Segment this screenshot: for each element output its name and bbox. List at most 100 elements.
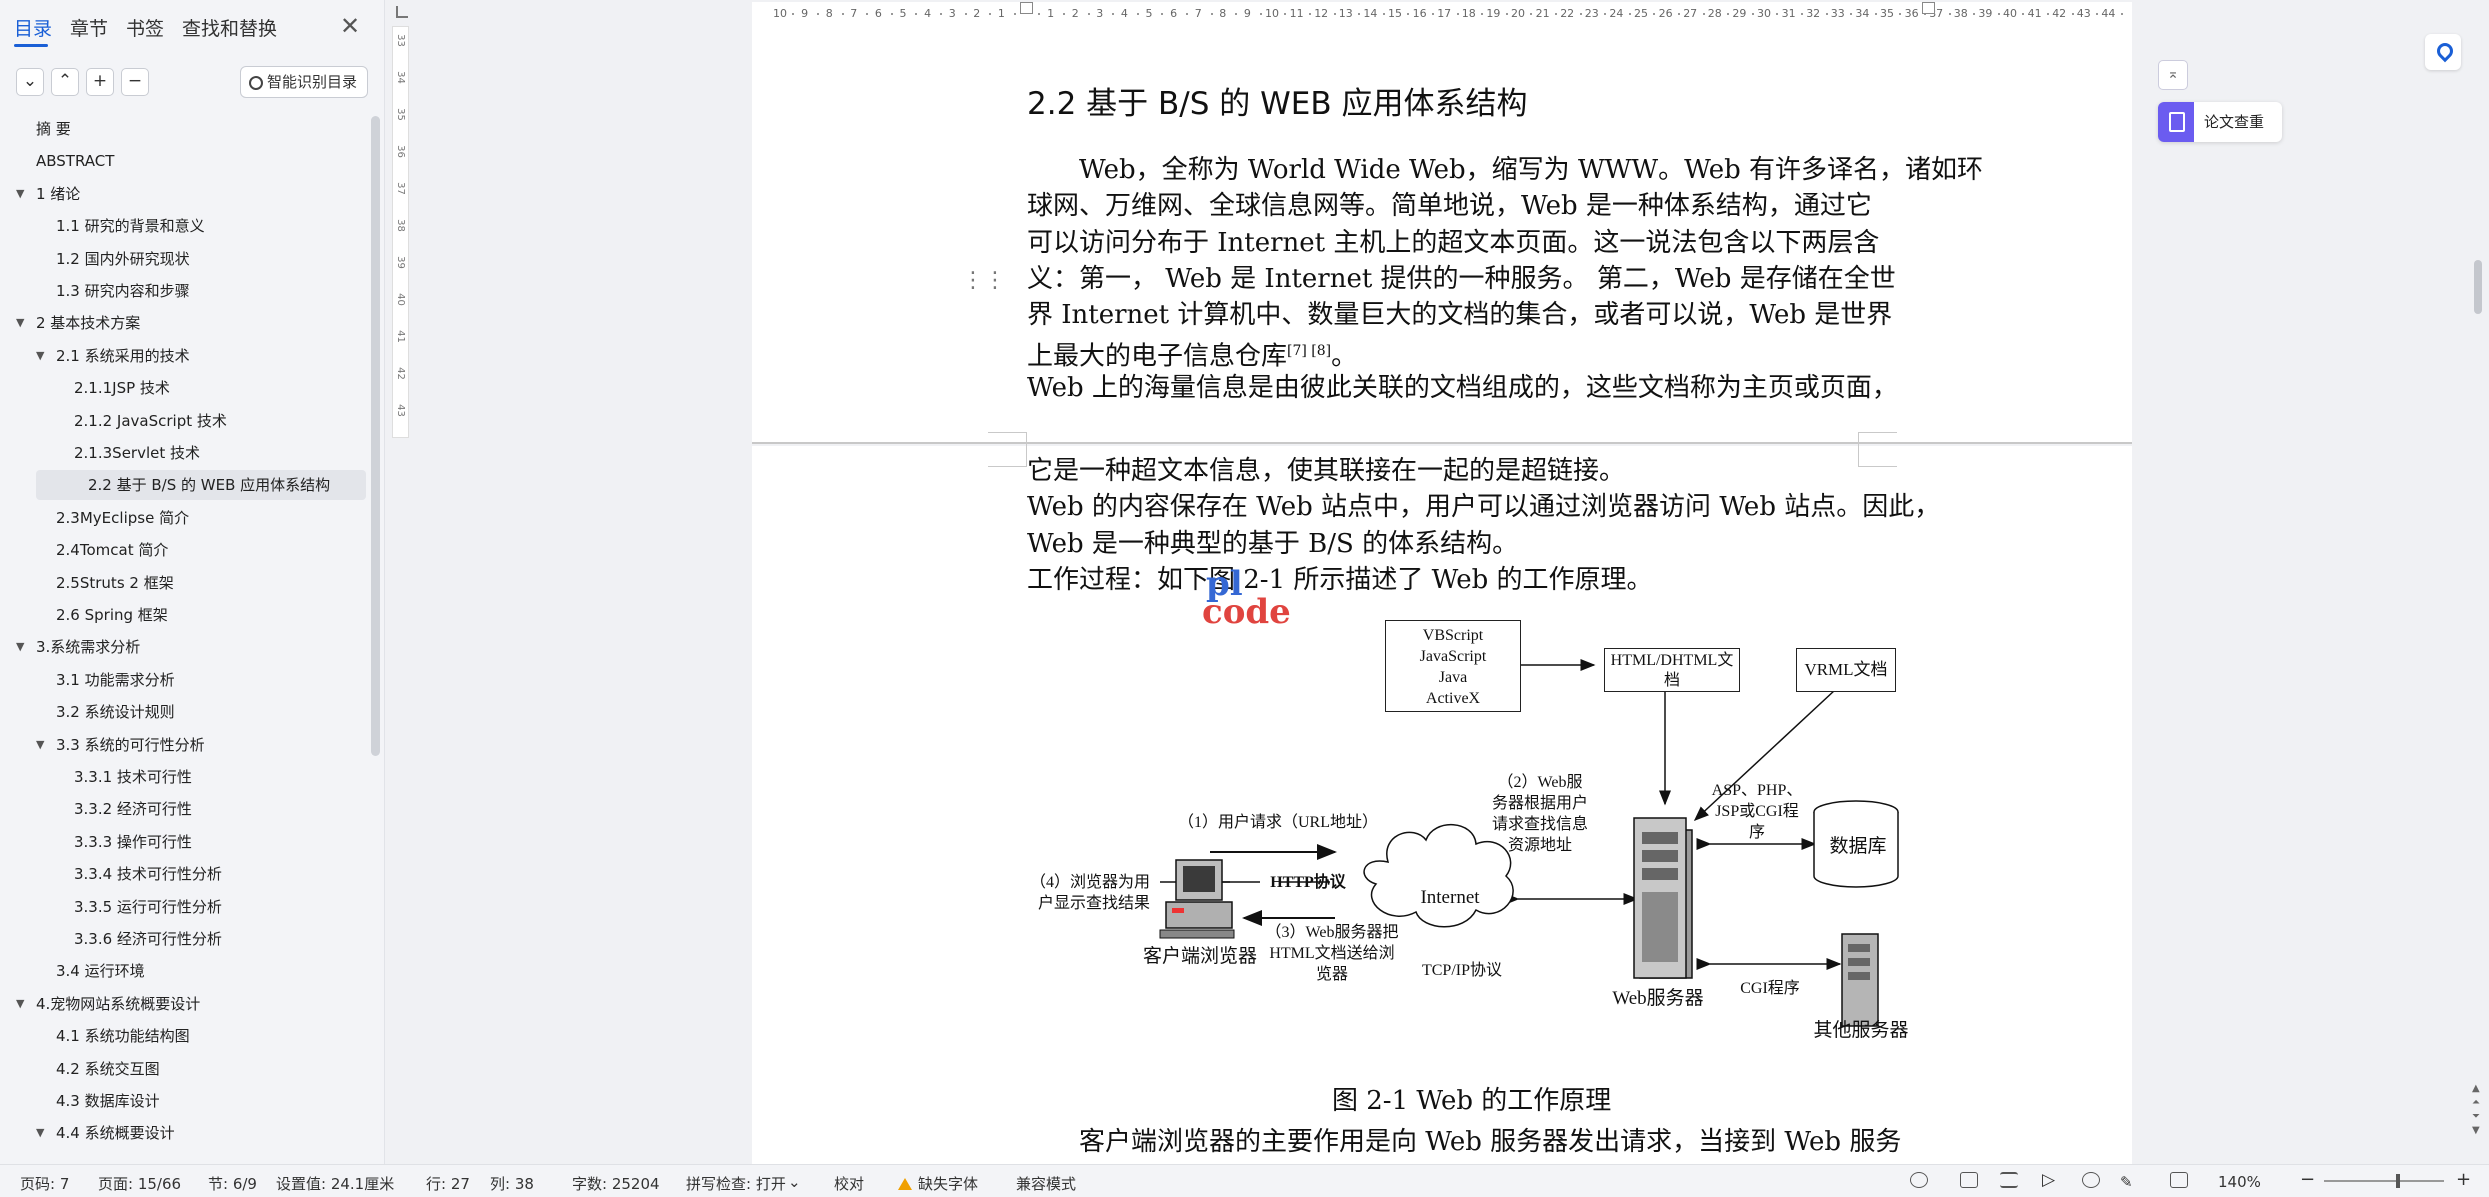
toc-item[interactable]: 3.3.6 经济可行性分析: [74, 924, 366, 954]
toc-item[interactable]: ▼ 3.系统需求分析: [16, 632, 366, 662]
eye-icon[interactable]: [1910, 1172, 1928, 1188]
outline-view-icon[interactable]: [2000, 1172, 2018, 1188]
status-page[interactable]: 页面: 15/66: [98, 1173, 181, 1194]
toc-item[interactable]: ▼ 1 绪论: [16, 179, 366, 209]
document-scrollbar[interactable]: [2474, 260, 2482, 314]
location-pin-icon[interactable]: [2425, 34, 2461, 70]
thesis-check-button[interactable]: 论文查重: [2158, 102, 2282, 142]
tab-find-replace[interactable]: 查找和替换: [182, 14, 277, 41]
toc-item[interactable]: ▼ 3.3 系统的可行性分析: [36, 730, 366, 760]
toc-item[interactable]: 2.1.2 JavaScript 技术: [74, 406, 366, 436]
expand-down-button[interactable]: ⌄: [16, 68, 44, 96]
expand-arrow-icon[interactable]: ▼: [16, 632, 24, 662]
expand-arrow-icon[interactable]: ▼: [16, 989, 24, 1019]
status-section[interactable]: 节: 6/9: [208, 1173, 257, 1194]
toc-item[interactable]: 1.2 国内外研究现状: [56, 244, 366, 274]
chevron-down-icon[interactable]: ⌄: [788, 1173, 801, 1191]
toc-item[interactable]: 2.1.3Servlet 技术: [74, 438, 366, 468]
expand-arrow-icon[interactable]: ▼: [36, 1118, 44, 1148]
toc-item[interactable]: 4.2 系统交互图: [56, 1054, 366, 1084]
toc-item[interactable]: 2.6 Spring 框架: [56, 600, 366, 630]
status-missing-font[interactable]: 缺失字体: [898, 1173, 978, 1194]
collapse-up-button[interactable]: ⌃: [51, 68, 79, 96]
expand-arrow-icon[interactable]: ▼: [16, 179, 24, 209]
expand-arrow-icon[interactable]: ▼: [36, 341, 44, 371]
drag-handle-icon[interactable]: ⋮⋮: [962, 268, 1006, 293]
ruler-number: 4: [1120, 7, 1128, 20]
expand-arrow-icon[interactable]: ▼: [36, 730, 44, 760]
toc-item[interactable]: 4.3 数据库设计: [56, 1086, 366, 1116]
toc-item-label: 1.2 国内外研究现状: [56, 249, 190, 268]
html-doc-box: HTML/DHTML文档: [1604, 648, 1740, 692]
ruler-number: 3: [948, 7, 956, 20]
toc-item-label: 4.1 系统功能结构图: [56, 1027, 190, 1046]
ruler-tick: [1727, 13, 1730, 15]
status-row[interactable]: 行: 27: [426, 1173, 470, 1194]
zoom-out-icon[interactable]: −: [2300, 1169, 2315, 1190]
zoom-level[interactable]: 140%: [2218, 1173, 2261, 1191]
toc-item[interactable]: 4.1 系统功能结构图: [56, 1021, 366, 1051]
nav-scrollbar[interactable]: [371, 116, 380, 756]
expand-arrow-icon[interactable]: ▼: [16, 308, 24, 338]
page-nav-arrows[interactable]: ▲ ⏶ ⏷ ▼: [2472, 1082, 2480, 1138]
right-margin-marker[interactable]: [1922, 2, 1935, 14]
ruler-number: 41: [2027, 7, 2042, 20]
toc-item[interactable]: 1.1 研究的背景和意义: [56, 211, 366, 241]
text-line: 球网、万维网、全球信息网等。简单地说，Web 是一种体系结构，通过它: [1027, 191, 1872, 222]
ruler-tick: [1579, 13, 1582, 15]
indent-marker[interactable]: [1020, 2, 1033, 14]
toc-item[interactable]: 2.4Tomcat 简介: [56, 535, 366, 565]
zoom-slider-thumb[interactable]: [2396, 1174, 2400, 1188]
toc-item[interactable]: 2.1.1JSP 技术: [74, 373, 366, 403]
toc-item[interactable]: 3.3.5 运行可行性分析: [74, 892, 366, 922]
horizontal-ruler[interactable]: 10 9 8 7 6 5 4 3 2 1 1 2 3 4 5 6 7 8 9 10 11 12 13 14 15 16 17 18 19…: [752, 2, 2132, 27]
status-col[interactable]: 列: 38: [490, 1173, 534, 1194]
toc-item[interactable]: ▼ 4.4 系统概要设计: [36, 1118, 366, 1148]
page-view-icon[interactable]: [1960, 1172, 1978, 1188]
toc-item[interactable]: 2.2 基于 B/S 的 WEB 应用体系结构: [36, 470, 366, 501]
toc-item[interactable]: ▼ 2.1 系统采用的技术: [36, 341, 366, 371]
zoom-slider[interactable]: [2324, 1180, 2444, 1182]
toc-item[interactable]: 1.3 研究内容和步骤: [56, 276, 366, 306]
figure-caption[interactable]: 图 2-1 Web 的工作原理: [1332, 1080, 1611, 1117]
play-icon[interactable]: ▷: [2042, 1170, 2055, 1190]
status-proofread[interactable]: 校对: [834, 1173, 864, 1194]
tab-chapters[interactable]: 章节: [70, 14, 108, 41]
toc-item[interactable]: 摘 要: [36, 114, 366, 144]
toc-item[interactable]: 3.1 功能需求分析: [56, 665, 366, 695]
toc-item[interactable]: ▼ 4.宠物网站系统概要设计: [16, 989, 366, 1019]
status-page-code[interactable]: 页码: 7: [20, 1173, 69, 1194]
text-line: 上最大的电子信息仓库[7] [8]。: [1027, 333, 1927, 372]
toc-item[interactable]: 3.3.4 技术可行性分析: [74, 859, 366, 889]
tab-toc[interactable]: 目录: [14, 14, 52, 41]
toc-item[interactable]: 2.3MyEclipse 简介: [56, 503, 366, 533]
toc-item[interactable]: 3.3.3 操作可行性: [74, 827, 366, 857]
paragraph-2[interactable]: 它是一种超文本信息，使其联接在一起的是超链接。 Web 的内容保存在 Web 站…: [1027, 453, 1940, 598]
status-spell-check[interactable]: 拼写检查: 打开: [686, 1173, 786, 1194]
toc-item[interactable]: 2.5Struts 2 框架: [56, 568, 366, 598]
add-heading-button[interactable]: +: [86, 68, 114, 96]
paragraph-3[interactable]: 客户端浏览器的主要作用是向 Web 服务器发出请求，当接到 Web 服务: [1027, 1124, 1927, 1160]
paragraph-1[interactable]: Web，全称为 World Wide Web，缩写为 WWW。Web 有许多译名…: [1027, 152, 1983, 406]
toc-item[interactable]: 3.3.2 经济可行性: [74, 794, 366, 824]
web-view-icon[interactable]: [2082, 1172, 2100, 1188]
toc-item[interactable]: ▼ 2 基本技术方案: [16, 308, 366, 338]
smart-toc-button[interactable]: 智能识别目录: [240, 66, 368, 98]
fit-page-icon[interactable]: [2170, 1172, 2188, 1188]
toc-item[interactable]: 3.2 系统设计规则: [56, 697, 366, 727]
toc-item[interactable]: 3.3.1 技术可行性: [74, 762, 366, 792]
toc-item[interactable]: 3.4 运行环境: [56, 956, 366, 986]
ruler-number: 24: [1609, 7, 1624, 20]
ruler-number: 4: [924, 7, 932, 20]
tab-bookmarks[interactable]: 书签: [126, 14, 164, 41]
status-setting[interactable]: 设置值: 24.1厘米: [276, 1173, 394, 1194]
collapse-panel-button[interactable]: ⌅: [2158, 60, 2188, 90]
remove-heading-button[interactable]: −: [121, 68, 149, 96]
status-word-count[interactable]: 字数: 25204: [572, 1173, 660, 1194]
close-icon[interactable]: ✕: [340, 12, 360, 40]
section-heading[interactable]: 2.2 基于 B/S 的 WEB 应用体系结构: [1027, 78, 1527, 123]
zoom-in-icon[interactable]: +: [2456, 1169, 2471, 1190]
toc-item[interactable]: ABSTRACT: [36, 146, 366, 176]
pen-icon[interactable]: ✎: [2120, 1173, 2133, 1191]
ruler-tick: [1554, 13, 1557, 15]
